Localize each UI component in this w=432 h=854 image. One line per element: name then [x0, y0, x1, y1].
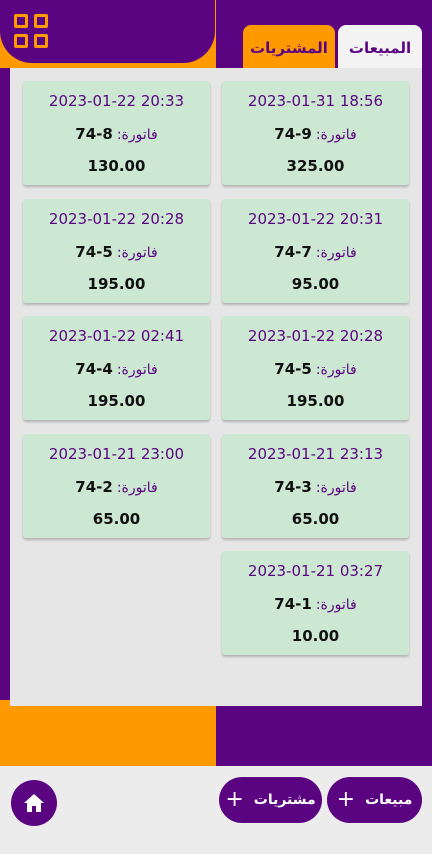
plus-icon: + [225, 787, 244, 812]
add-purchase-label: مشتريات [253, 792, 316, 808]
invoice-card[interactable]: 2023-01-22 20:31 فاتورة:74-7 95.00 [222, 199, 409, 303]
invoice-number-value: 74-9 [274, 125, 312, 143]
plus-icon: + [336, 787, 356, 812]
invoice-number: فاتورة:74-5 [222, 360, 409, 378]
invoice-card[interactable]: 2023-01-22 20:28 فاتورة:74-5 195.00 [23, 199, 210, 303]
grid-square [34, 14, 48, 28]
invoice-amount: 325.00 [286, 157, 345, 175]
invoice-card[interactable]: 2023-01-22 20:33 فاتورة:74-8 130.00 [23, 81, 210, 185]
invoice-amount: 195.00 [87, 275, 146, 293]
add-sale-button[interactable]: مبيعات + [327, 777, 422, 823]
invoice-label: فاتورة: [116, 127, 158, 143]
invoice-date: 2023-01-21 23:00 [48, 445, 185, 463]
invoice-label: فاتورة: [315, 480, 357, 496]
invoice-label: فاتورة: [315, 245, 357, 261]
invoice-label: فاتورة: [116, 362, 158, 378]
invoice-label: فاتورة: [315, 127, 357, 143]
grid-icon[interactable] [14, 14, 48, 48]
invoice-number-value: 74-5 [274, 360, 312, 378]
add-purchase-button[interactable]: مشتريات + [219, 777, 322, 823]
invoice-amount: 10.00 [291, 627, 340, 645]
invoice-date: 2023-01-22 20:28 [247, 327, 384, 345]
invoice-card[interactable]: 2023-01-22 20:28 فاتورة:74-5 195.00 [222, 316, 409, 420]
home-button[interactable] [11, 780, 57, 826]
invoice-number: فاتورة:74-7 [222, 243, 409, 261]
invoice-card[interactable]: 2023-01-21 23:00 فاتورة:74-2 65.00 [23, 434, 210, 538]
invoice-amount: 65.00 [291, 510, 340, 528]
invoice-date: 2023-01-21 03:27 [247, 562, 384, 580]
invoice-number: فاتورة:74-1 [222, 595, 409, 613]
invoice-label: فاتورة: [315, 362, 357, 378]
invoice-date: 2023-01-31 18:56 [247, 92, 384, 110]
grid-square [14, 34, 28, 48]
invoice-amount: 95.00 [291, 275, 340, 293]
invoice-date: 2023-01-22 20:28 [48, 210, 185, 228]
invoice-amount: 65.00 [92, 510, 141, 528]
add-sale-label: مبيعات [365, 792, 413, 808]
invoice-card[interactable]: 2023-01-31 18:56 فاتورة:74-9 325.00 [222, 81, 409, 185]
invoice-amount: 195.00 [286, 392, 345, 410]
grid-square [14, 14, 28, 28]
invoice-date: 2023-01-22 20:33 [48, 92, 185, 110]
invoice-grid: 2023-01-31 18:56 فاتورة:74-9 325.00 2023-01… [10, 68, 422, 706]
invoice-label: فاتورة: [116, 245, 158, 261]
invoice-card[interactable]: 2023-01-22 02:41 فاتورة:74-4 195.00 [23, 316, 210, 420]
invoice-label: فاتورة: [315, 597, 357, 613]
invoice-date: 2023-01-21 23:13 [247, 445, 384, 463]
grid-square [34, 34, 48, 48]
invoice-number-value: 74-3 [274, 478, 312, 496]
invoice-number: فاتورة:74-9 [222, 125, 409, 143]
invoice-number-value: 74-8 [75, 125, 113, 143]
invoice-number-value: 74-7 [274, 243, 312, 261]
orange-accent-bottom [0, 700, 216, 766]
invoice-number-value: 74-1 [274, 595, 312, 613]
invoice-date: 2023-01-22 20:31 [247, 210, 384, 228]
invoice-card[interactable]: 2023-01-21 23:13 فاتورة:74-3 65.00 [222, 434, 409, 538]
invoice-amount: 195.00 [87, 392, 146, 410]
invoice-card[interactable]: 2023-01-21 03:27 فاتورة:74-1 10.00 [222, 551, 409, 655]
home-icon [24, 794, 44, 812]
invoice-date: 2023-01-22 02:41 [48, 327, 185, 345]
tab-purchases[interactable]: المشتريات [243, 25, 335, 70]
invoice-number: فاتورة:74-3 [222, 478, 409, 496]
invoice-amount: 130.00 [87, 157, 146, 175]
invoice-number-value: 74-4 [75, 360, 113, 378]
tab-sales[interactable]: المبيعات [338, 25, 422, 70]
invoice-number: فاتورة:74-2 [23, 478, 210, 496]
invoice-label: فاتورة: [116, 480, 158, 496]
invoices-panel: 2023-01-31 18:56 فاتورة:74-9 325.00 2023-01… [10, 68, 422, 706]
invoice-number-value: 74-2 [75, 478, 113, 496]
invoice-number: فاتورة:74-5 [23, 243, 210, 261]
invoice-number: فاتورة:74-4 [23, 360, 210, 378]
invoice-number: فاتورة:74-8 [23, 125, 210, 143]
invoice-number-value: 74-5 [75, 243, 113, 261]
